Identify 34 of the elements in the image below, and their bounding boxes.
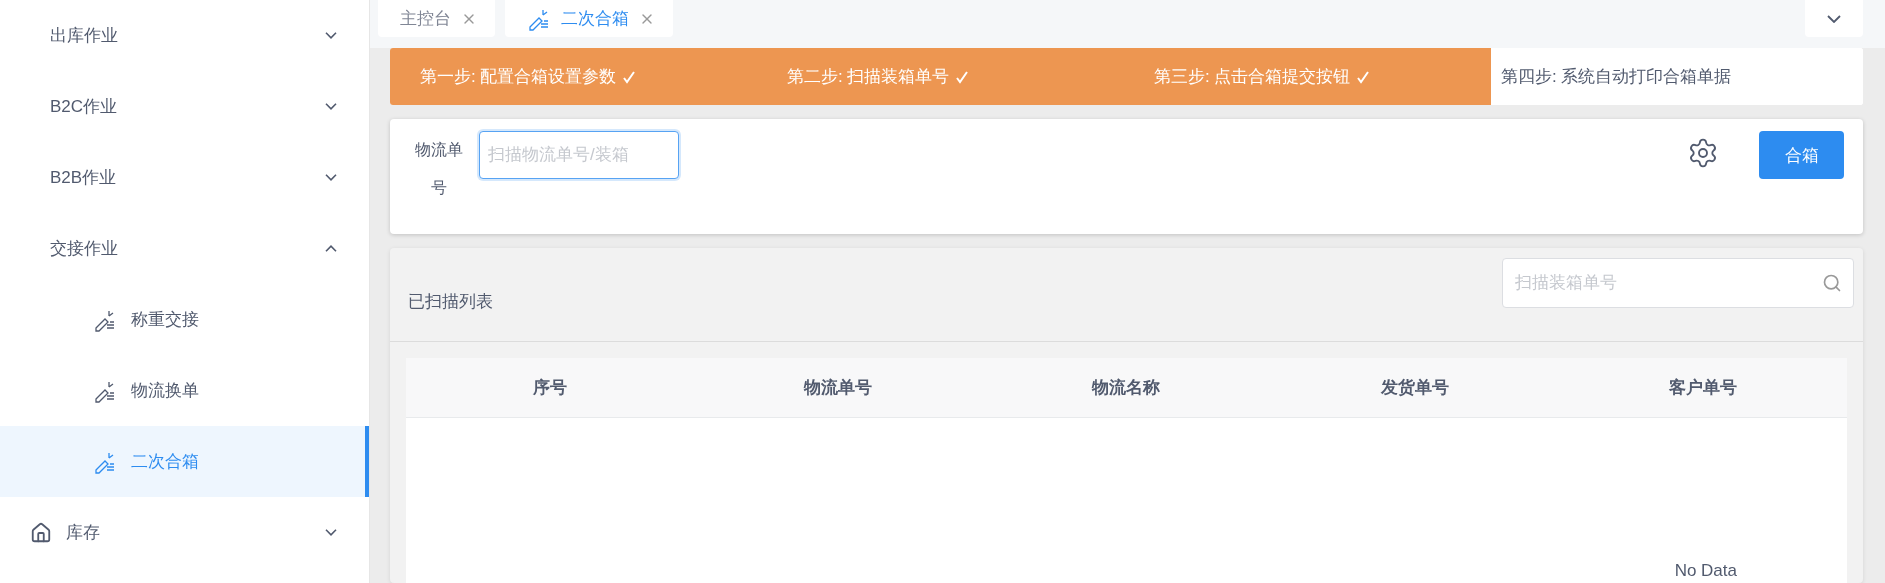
sidebar-menu-item[interactable]: 出库作业 bbox=[0, 0, 369, 71]
chevron-down-icon bbox=[325, 32, 337, 39]
settings-icon[interactable] bbox=[1687, 137, 1719, 169]
chevron-down-icon bbox=[325, 103, 337, 110]
field-label: 物流单号 bbox=[414, 140, 464, 198]
chevron-down-icon bbox=[1827, 14, 1841, 23]
input-field[interactable]: 扫描物流单号/装箱 bbox=[479, 131, 679, 179]
step-item: 第二步: 扫描装箱单号 bbox=[757, 48, 1124, 105]
sidebar-submenu-item[interactable]: 称重交接 bbox=[0, 284, 369, 355]
sidebar-menu-item[interactable]: 交接作业 bbox=[0, 213, 369, 284]
sidebar-menu-item[interactable]: B2B作业 bbox=[0, 142, 369, 213]
column-header: 序号 bbox=[532, 377, 569, 399]
check-icon bbox=[955, 69, 970, 84]
empty-message: No Data bbox=[1674, 561, 1737, 581]
sidebar-menu-item[interactable]: B2C作业 bbox=[0, 71, 369, 142]
sidebar-menu-item[interactable]: 库存 bbox=[0, 497, 369, 568]
check-icon bbox=[622, 69, 637, 84]
check-icon bbox=[1356, 69, 1371, 84]
chevron-down-icon bbox=[325, 529, 337, 536]
search-field[interactable]: 扫描装箱单号 bbox=[1502, 257, 1854, 308]
column-header: 客户单号 bbox=[1667, 377, 1738, 399]
column-header: 物流单号 bbox=[802, 377, 874, 399]
column-header: 发货单号 bbox=[1379, 377, 1450, 399]
chevron-up-icon bbox=[325, 245, 337, 252]
page-tab[interactable]: 二次合箱 bbox=[505, 0, 673, 37]
search-icon[interactable] bbox=[1822, 272, 1842, 293]
chevron-down-icon bbox=[325, 174, 337, 181]
step-item: 第三步: 点击合箱提交按钮 bbox=[1124, 48, 1491, 105]
column-header: 物流名称 bbox=[1090, 377, 1162, 399]
step-item: 第一步: 配置合箱设置参数 bbox=[390, 48, 757, 105]
house-icon bbox=[30, 521, 52, 544]
sidebar-submenu-item[interactable]: 物流换单 bbox=[0, 355, 369, 426]
panel-title: 已扫描列表 bbox=[408, 291, 493, 313]
page-tab[interactable]: 主控台 bbox=[378, 0, 495, 37]
